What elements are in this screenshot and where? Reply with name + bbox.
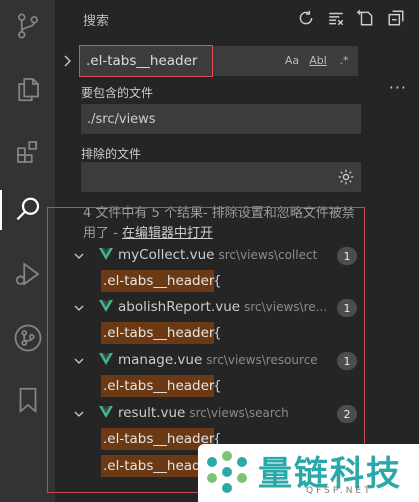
chevron-down-icon[interactable] bbox=[73, 302, 85, 314]
collapse-all-icon[interactable] bbox=[385, 7, 407, 29]
explorer-files-icon[interactable] bbox=[0, 65, 55, 113]
search-options: Aa Abl .* bbox=[282, 50, 354, 70]
whole-word-toggle[interactable]: Abl bbox=[308, 50, 328, 70]
file-path: src\views\collect bbox=[218, 248, 318, 262]
git-graph-icon[interactable] bbox=[0, 314, 55, 362]
match-count-badge: 2 bbox=[337, 405, 357, 423]
match-highlight: .el-tabs__header bbox=[101, 375, 215, 397]
bookmark-icon[interactable] bbox=[0, 376, 55, 424]
more-options-icon[interactable]: ··· bbox=[389, 78, 407, 97]
file-path: src\views\search bbox=[189, 406, 289, 420]
match-rest: { bbox=[213, 273, 222, 289]
match-case-toggle[interactable]: Aa bbox=[282, 50, 302, 70]
search-icon[interactable] bbox=[0, 186, 55, 234]
search-sidebar: 搜索 Aa Abl .* ··· 要包含的文件 排除的文 bbox=[55, 0, 419, 502]
sidebar-actions bbox=[295, 7, 407, 29]
match-count-badge: 1 bbox=[337, 247, 357, 265]
watermark-logo-icon bbox=[207, 451, 247, 493]
activity-bar bbox=[0, 0, 55, 502]
match-count-badge: 1 bbox=[337, 352, 357, 370]
vue-file-icon bbox=[99, 248, 113, 260]
open-in-editor-link[interactable]: 在编辑器中打开 bbox=[122, 226, 213, 241]
match-highlight: .el-tabs__header bbox=[101, 428, 215, 450]
watermark-sub: QFSP.NET bbox=[306, 486, 373, 496]
match-count-badge: 1 bbox=[337, 299, 357, 317]
vue-file-icon bbox=[99, 300, 113, 312]
search-highlight-outline bbox=[79, 45, 213, 77]
clear-results-icon[interactable] bbox=[325, 7, 347, 29]
extensions-icon[interactable] bbox=[0, 128, 55, 176]
file-path: src\views\resource bbox=[206, 353, 318, 367]
file-path: src\views\re... bbox=[244, 300, 328, 314]
file-row-manage[interactable]: manage.vue src\views\resource 1 bbox=[55, 348, 419, 374]
match-highlight: .el-tabs__header bbox=[101, 322, 215, 344]
file-name: abolishReport.vue src\views\re... bbox=[118, 299, 328, 315]
refresh-icon[interactable] bbox=[295, 7, 317, 29]
sidebar-header: 搜索 bbox=[55, 0, 419, 36]
file-name: result.vue src\views\search bbox=[118, 405, 289, 421]
file-row-result[interactable]: result.vue src\views\search 2 bbox=[55, 401, 419, 427]
results-summary: 4 文件中有 5 个结果- 排除设置和忽略文件被禁用了 - 在编辑器中打开 bbox=[83, 204, 363, 244]
match-highlight: .el-tabs__header bbox=[101, 270, 215, 292]
file-name: myCollect.vue src\views\collect bbox=[118, 247, 318, 263]
vue-file-icon bbox=[99, 353, 113, 365]
match-rest: { bbox=[213, 325, 222, 341]
file-row-mycollect[interactable]: myCollect.vue src\views\collect 1 bbox=[55, 243, 419, 269]
include-input[interactable] bbox=[87, 110, 327, 128]
new-search-editor-icon[interactable] bbox=[355, 7, 377, 29]
watermark: 量链科技 QFSP.NET bbox=[198, 444, 419, 502]
include-field bbox=[81, 104, 361, 134]
vue-file-icon bbox=[99, 406, 113, 418]
exclude-label: 排除的文件 bbox=[81, 147, 142, 161]
chevron-down-icon[interactable] bbox=[73, 250, 85, 262]
regex-toggle[interactable]: .* bbox=[334, 50, 354, 70]
include-label: 要包含的文件 bbox=[81, 86, 154, 100]
exclude-input[interactable] bbox=[87, 168, 327, 186]
sidebar-title: 搜索 bbox=[83, 14, 110, 29]
use-exclude-settings-gear-icon[interactable] bbox=[337, 168, 355, 186]
source-control-icon[interactable] bbox=[0, 2, 55, 50]
match-highlight: .el-tabs__heade bbox=[101, 455, 209, 477]
file-name: manage.vue src\views\resource bbox=[118, 352, 318, 368]
chevron-down-icon[interactable] bbox=[73, 355, 85, 367]
exclude-field bbox=[81, 162, 361, 192]
file-row-abolishreport[interactable]: abolishReport.vue src\views\re... 1 bbox=[55, 295, 419, 321]
toggle-replace-chevron-icon[interactable] bbox=[61, 54, 75, 68]
run-debug-icon[interactable] bbox=[0, 250, 55, 298]
chevron-down-icon[interactable] bbox=[73, 408, 85, 420]
match-rest: { bbox=[213, 378, 222, 394]
